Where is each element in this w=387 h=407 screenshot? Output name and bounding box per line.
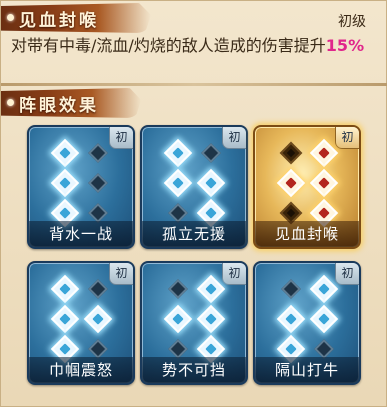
node-inactive-icon xyxy=(88,143,108,163)
node-inactive-icon xyxy=(88,279,108,299)
node-inactive-icon xyxy=(201,143,221,163)
formation-card-jinguozhennu[interactable]: 初 巾帼震怒 xyxy=(27,261,135,385)
node-inactive-icon xyxy=(314,339,334,359)
node-active-icon xyxy=(309,138,339,168)
node-inactive-icon xyxy=(168,279,188,299)
card-level-tag: 初 xyxy=(335,127,359,149)
skill-description: 对带有中毒/流血/灼烧的敌人造成的伤害提升15% xyxy=(11,35,377,57)
node-inactive-icon xyxy=(88,339,108,359)
node-active-icon xyxy=(276,168,306,198)
section-divider xyxy=(1,83,387,86)
node-inactive-icon xyxy=(168,339,188,359)
skill-level: 初级 xyxy=(338,14,366,30)
node-active-icon xyxy=(50,138,80,168)
section-bullet-icon xyxy=(7,99,14,106)
node-active-icon xyxy=(309,168,339,198)
card-name: 背水一战 xyxy=(29,221,133,247)
formation-card-jianxuefenghou[interactable]: 初 见血封喉 xyxy=(253,125,361,249)
node-active-icon xyxy=(50,168,80,198)
node-active-icon xyxy=(309,304,339,334)
description-text: 对带有中毒/流血/灼烧的敌人造成的伤害提升 xyxy=(11,36,326,55)
node-inactive-icon xyxy=(88,173,108,193)
card-level-tag: 初 xyxy=(109,127,133,149)
formation-card-guliwuyuan[interactable]: 初 孤立无援 xyxy=(140,125,248,249)
card-name: 隔山打牛 xyxy=(255,357,359,383)
section-title: 阵眼效果 xyxy=(19,96,99,116)
node-inactive-icon xyxy=(279,141,303,165)
card-level-tag: 初 xyxy=(109,263,133,285)
node-active-icon xyxy=(196,274,226,304)
formation-panel: 见血封喉 初级 对带有中毒/流血/灼烧的敌人造成的伤害提升15% 阵眼效果 初 … xyxy=(0,0,387,407)
node-active-icon xyxy=(83,304,113,334)
formation-card-beishuiyizhan[interactable]: 初 背水一战 xyxy=(27,125,135,249)
title-bullet-icon xyxy=(7,14,14,21)
formation-card-shibukedang[interactable]: 初 势不可挡 xyxy=(140,261,248,385)
description-highlight: 15% xyxy=(325,36,365,55)
card-name: 见血封喉 xyxy=(255,221,359,247)
card-level-tag: 初 xyxy=(222,127,246,149)
node-active-icon xyxy=(163,304,193,334)
node-active-icon xyxy=(309,274,339,304)
node-active-icon xyxy=(196,304,226,334)
card-level-tag: 初 xyxy=(335,263,359,285)
formation-card-geshandaniu[interactable]: 初 隔山打牛 xyxy=(253,261,361,385)
node-active-icon xyxy=(50,304,80,334)
node-inactive-icon xyxy=(281,279,301,299)
node-active-icon xyxy=(163,168,193,198)
node-active-icon xyxy=(196,168,226,198)
skill-title: 见血封喉 xyxy=(19,11,99,31)
card-name: 巾帼震怒 xyxy=(29,357,133,383)
node-inactive-icon xyxy=(88,203,108,223)
node-active-icon xyxy=(276,304,306,334)
node-active-icon xyxy=(50,274,80,304)
card-name: 孤立无援 xyxy=(142,221,246,247)
node-active-icon xyxy=(163,138,193,168)
card-level-tag: 初 xyxy=(222,263,246,285)
card-name: 势不可挡 xyxy=(142,357,246,383)
node-inactive-icon xyxy=(168,203,188,223)
